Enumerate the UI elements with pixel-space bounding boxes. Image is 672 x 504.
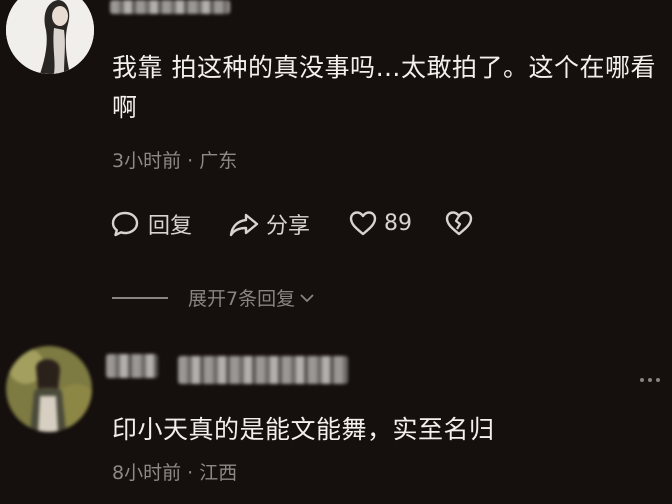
share-icon [228, 209, 260, 239]
avatar-image [6, 0, 94, 74]
share-label: 分享 [266, 214, 311, 239]
comment-meta: 3小时前 · 广东 [112, 146, 237, 173]
expand-divider [112, 296, 168, 299]
dislike-button[interactable] [444, 208, 474, 238]
user-tag-blurred [178, 356, 348, 384]
chevron-down-icon [299, 287, 315, 309]
avatar-image [6, 346, 92, 432]
reply-label: 回复 [148, 214, 193, 239]
comment-meta: 8小时前 · 江西 [112, 458, 237, 485]
username-blurred[interactable] [106, 354, 158, 378]
broken-heart-icon [444, 208, 474, 238]
comment-text: 我靠 拍这种的真没事吗…太敢拍了。这个在哪看啊 [112, 53, 656, 122]
share-button[interactable]: 分享 [228, 208, 310, 240]
heart-icon [348, 208, 378, 238]
meta-separator: · [187, 150, 200, 172]
comment-location: 江西 [199, 462, 238, 484]
expand-replies[interactable]: 展开7条回复 [112, 284, 315, 311]
expand-replies-label: 展开7条回复 [188, 288, 296, 310]
comment-location: 广东 [199, 150, 238, 172]
comment-text: 印小天真的是能文能舞，实至名归 [112, 415, 495, 444]
avatar[interactable] [6, 0, 94, 74]
comment-time: 8小时前 [112, 462, 182, 484]
more-icon[interactable] [640, 378, 660, 382]
like-count: 89 [384, 210, 412, 236]
meta-separator: · [187, 462, 200, 484]
avatar[interactable] [6, 346, 92, 432]
comment-time: 3小时前 [112, 150, 182, 172]
reply-button[interactable]: 回复 [110, 208, 192, 240]
username-blurred[interactable] [110, 0, 230, 14]
like-button[interactable]: 89 [348, 208, 412, 238]
reply-icon [110, 209, 140, 239]
